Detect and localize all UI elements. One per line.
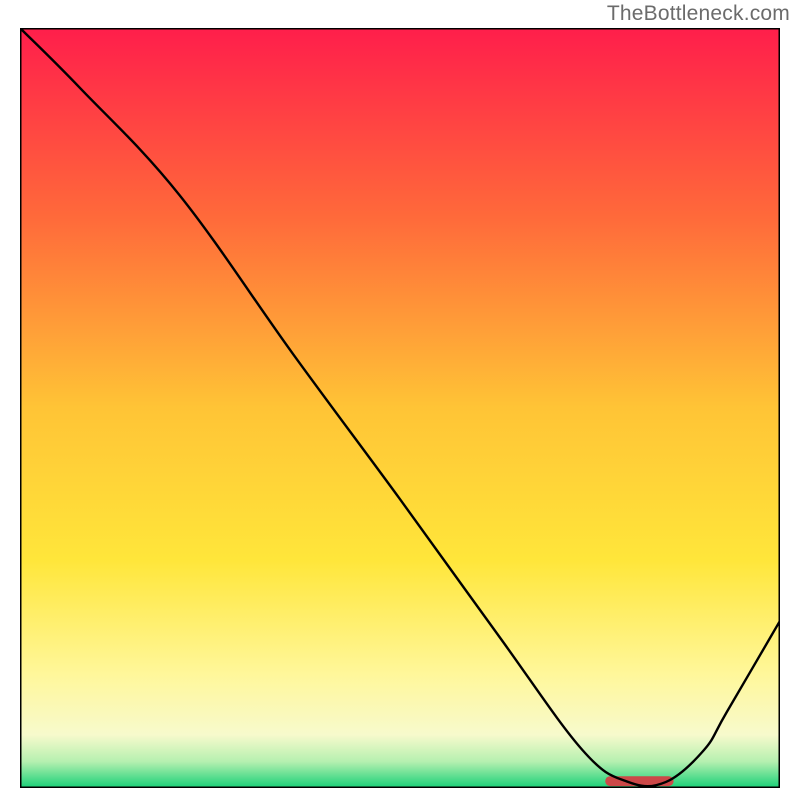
chart-container: TheBottleneck.com — [0, 0, 800, 800]
chart-svg — [20, 28, 780, 788]
attribution-label: TheBottleneck.com — [607, 2, 790, 26]
plot-area — [20, 28, 780, 788]
